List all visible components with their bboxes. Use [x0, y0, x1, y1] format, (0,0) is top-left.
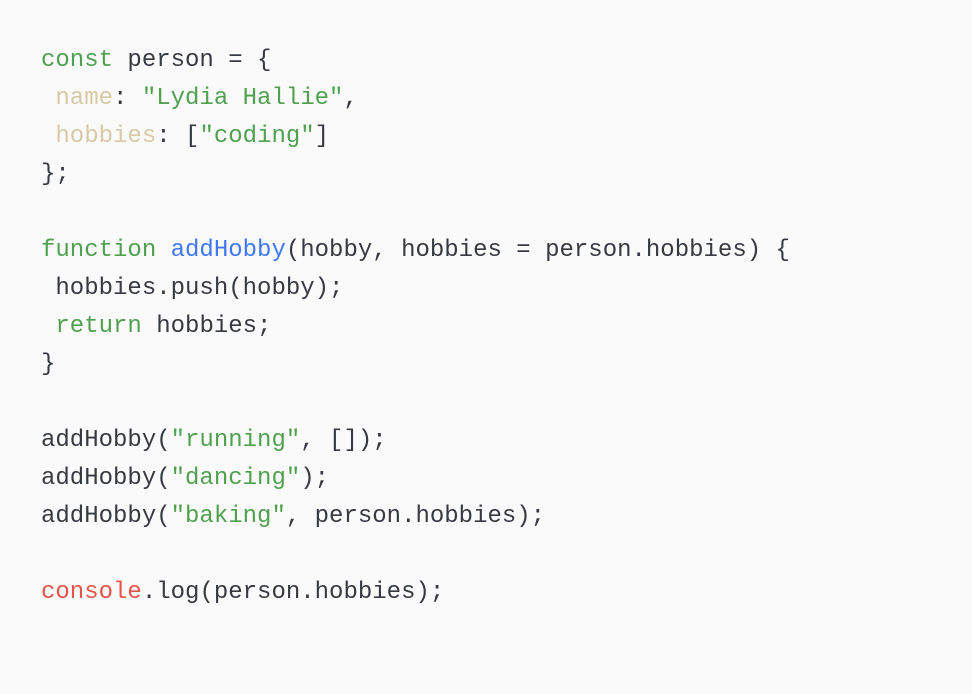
code-line: return hobbies; — [41, 308, 972, 346]
code-token: .log(person.hobbies); — [141, 579, 445, 606]
code-token: "coding" — [199, 123, 315, 150]
code-token: addHobby( — [41, 503, 171, 530]
code-token: "baking" — [170, 503, 286, 530]
code-token: , — [343, 85, 358, 112]
code-token: "dancing" — [170, 465, 301, 492]
code-line: addHobby("dancing"); — [41, 460, 972, 498]
code-line: hobbies.push(hobby); — [41, 270, 972, 308]
code-token: (hobby, hobbies = person.hobbies) { — [285, 237, 790, 264]
code-line: addHobby("running", []); — [41, 422, 972, 460]
code-block: const person = { name: "Lydia Hallie", h… — [0, 0, 972, 694]
code-line: hobbies: ["coding"] — [41, 118, 972, 156]
code-token: ] — [314, 123, 330, 150]
code-token: hobbies.push(hobby); — [41, 275, 344, 302]
code-token: name — [55, 85, 114, 112]
code-line: }; — [41, 156, 972, 194]
code-token: const — [41, 47, 114, 74]
code-token: ); — [300, 465, 330, 492]
code-token: function — [41, 237, 157, 264]
code-token: return — [55, 313, 142, 340]
code-token: addHobby( — [41, 465, 171, 492]
code-token: hobbies — [55, 123, 157, 150]
code-token: hobbies; — [141, 313, 272, 340]
code-token: "Lydia Hallie" — [141, 85, 344, 112]
code-line: name: "Lydia Hallie", — [41, 80, 972, 118]
code-token: : [ — [156, 123, 200, 150]
code-token: : — [113, 85, 142, 112]
code-line: } — [41, 346, 972, 384]
code-token: "running" — [170, 427, 301, 454]
code-line: function addHobby(hobby, hobbies = perso… — [41, 232, 972, 270]
code-token: person = { — [113, 47, 272, 74]
code-token: addHobby — [170, 237, 286, 264]
code-token: , []); — [300, 427, 387, 454]
code-line: const person = { — [41, 42, 972, 80]
code-token: console — [41, 579, 142, 606]
code-token: addHobby( — [41, 427, 171, 454]
code-token: }; — [41, 161, 70, 188]
code-token: , person.hobbies); — [285, 503, 546, 530]
code-token: } — [41, 351, 56, 378]
code-line: addHobby("baking", person.hobbies); — [41, 498, 972, 536]
code-line: console.log(person.hobbies); — [41, 574, 972, 612]
